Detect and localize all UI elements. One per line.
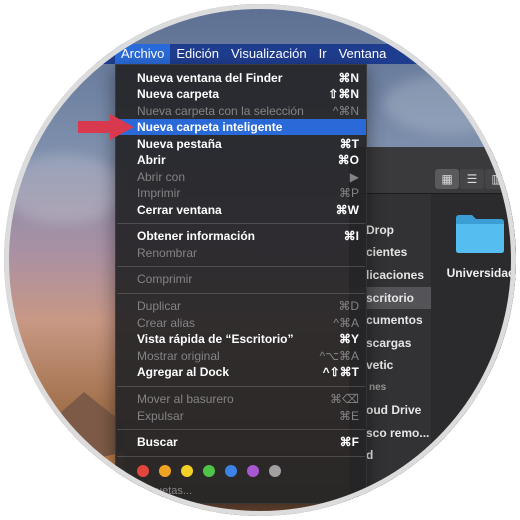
menu-separator <box>117 266 365 267</box>
menu-item-abrir-con[interactable]: Abrir con ▶ <box>116 169 366 185</box>
menu-separator <box>117 429 365 430</box>
tag-color-dot[interactable] <box>247 465 259 477</box>
submenu-arrow-icon: ▶ <box>349 170 359 184</box>
tag-color-dot[interactable] <box>181 465 193 477</box>
menu-item-agregar-al-dock[interactable]: Agregar al Dock ^⇧⌘T <box>116 364 366 380</box>
menu-item-imprimir[interactable]: Imprimir ⌘P <box>116 185 366 201</box>
menu-item-buscar[interactable]: Buscar ⌘F <box>116 434 366 450</box>
grid-view-icon[interactable]: ▦ <box>435 169 459 189</box>
archivo-menu: Nueva ventana del Finder ⌘N Nueva carpeta… <box>115 64 367 504</box>
tag-color-dot[interactable] <box>137 465 149 477</box>
menu-item-comprimir[interactable]: Comprimir <box>116 271 366 287</box>
menu-item-duplicar[interactable]: Duplicar ⌘D <box>116 298 366 314</box>
menu-item-nueva-ventana[interactable]: Nueva ventana del Finder ⌘N <box>116 70 366 86</box>
menu-item-vista-rapida[interactable]: Vista rápida de “Escritorio” ⌘Y <box>116 331 366 347</box>
folder-label: Universidad <box>446 266 516 280</box>
menu-separator <box>117 293 365 294</box>
menubar-ventana[interactable]: Ventana <box>333 44 393 64</box>
finder-window: ▦ ☰ ▥ Drop cientes licaciones scritorio … <box>349 147 516 507</box>
tag-color-dot[interactable] <box>225 465 237 477</box>
menu-item-expulsar[interactable]: Expulsar ⌘E <box>116 408 366 424</box>
wallpaper-cloud <box>4 154 124 224</box>
menu-item-nueva-carpeta-inteligente[interactable]: Nueva carpeta inteligente <box>116 119 366 135</box>
finder-content: Universidad <box>432 194 516 507</box>
menu-item-nueva-carpeta[interactable]: Nueva carpeta ⇧⌘N <box>116 86 366 102</box>
wallpaper-cloud <box>384 74 514 134</box>
menu-separator <box>117 386 365 387</box>
column-view-icon[interactable]: ▥ <box>485 169 509 189</box>
menu-item-mostrar-original[interactable]: Mostrar original ^⌥⌘A <box>116 348 366 364</box>
screenshot-circle: Archivo Edición Visualización Ir Ventana… <box>4 4 516 516</box>
menu-item-etiquetas[interactable]: Etiquetas... <box>137 485 192 497</box>
menu-item-nueva-carpeta-seleccion[interactable]: Nueva carpeta con la selección ^⌘N <box>116 103 366 119</box>
finder-toolbar: ▦ ☰ ▥ <box>349 147 516 194</box>
tag-color-dot[interactable] <box>203 465 215 477</box>
red-arrow-icon <box>78 114 134 140</box>
menu-item-abrir[interactable]: Abrir ⌘O <box>116 152 366 168</box>
menubar-visualizacion[interactable]: Visualización <box>225 44 313 64</box>
menu-item-mover-al-basurero[interactable]: Mover al basurero ⌘⌫ <box>116 391 366 407</box>
menu-item-renombrar[interactable]: Renombrar <box>116 245 366 261</box>
sidebar-section-ubicaciones: nes <box>369 382 387 393</box>
list-view-icon[interactable]: ☰ <box>460 169 484 189</box>
menu-separator <box>117 223 365 224</box>
folder-icon[interactable] <box>454 212 506 254</box>
tag-color-dot[interactable] <box>159 465 171 477</box>
tag-color-dot[interactable] <box>269 465 281 477</box>
menu-item-nueva-pestana[interactable]: Nueva pestaña ⌘T <box>116 136 366 152</box>
menubar-edicion[interactable]: Edición <box>170 44 225 64</box>
menubar-archivo[interactable]: Archivo <box>115 44 171 64</box>
menu-item-cerrar-ventana[interactable]: Cerrar ventana ⌘W <box>116 202 366 218</box>
menu-item-obtener-informacion[interactable]: Obtener información ⌘I <box>116 228 366 244</box>
menu-separator <box>117 456 365 457</box>
menubar-ir[interactable]: Ir <box>313 44 333 64</box>
menu-bar: Archivo Edición Visualización Ir Ventana <box>4 44 516 64</box>
wallpaper-mountains <box>4 392 124 516</box>
menu-item-crear-alias[interactable]: Crear alias ^⌘A <box>116 315 366 331</box>
